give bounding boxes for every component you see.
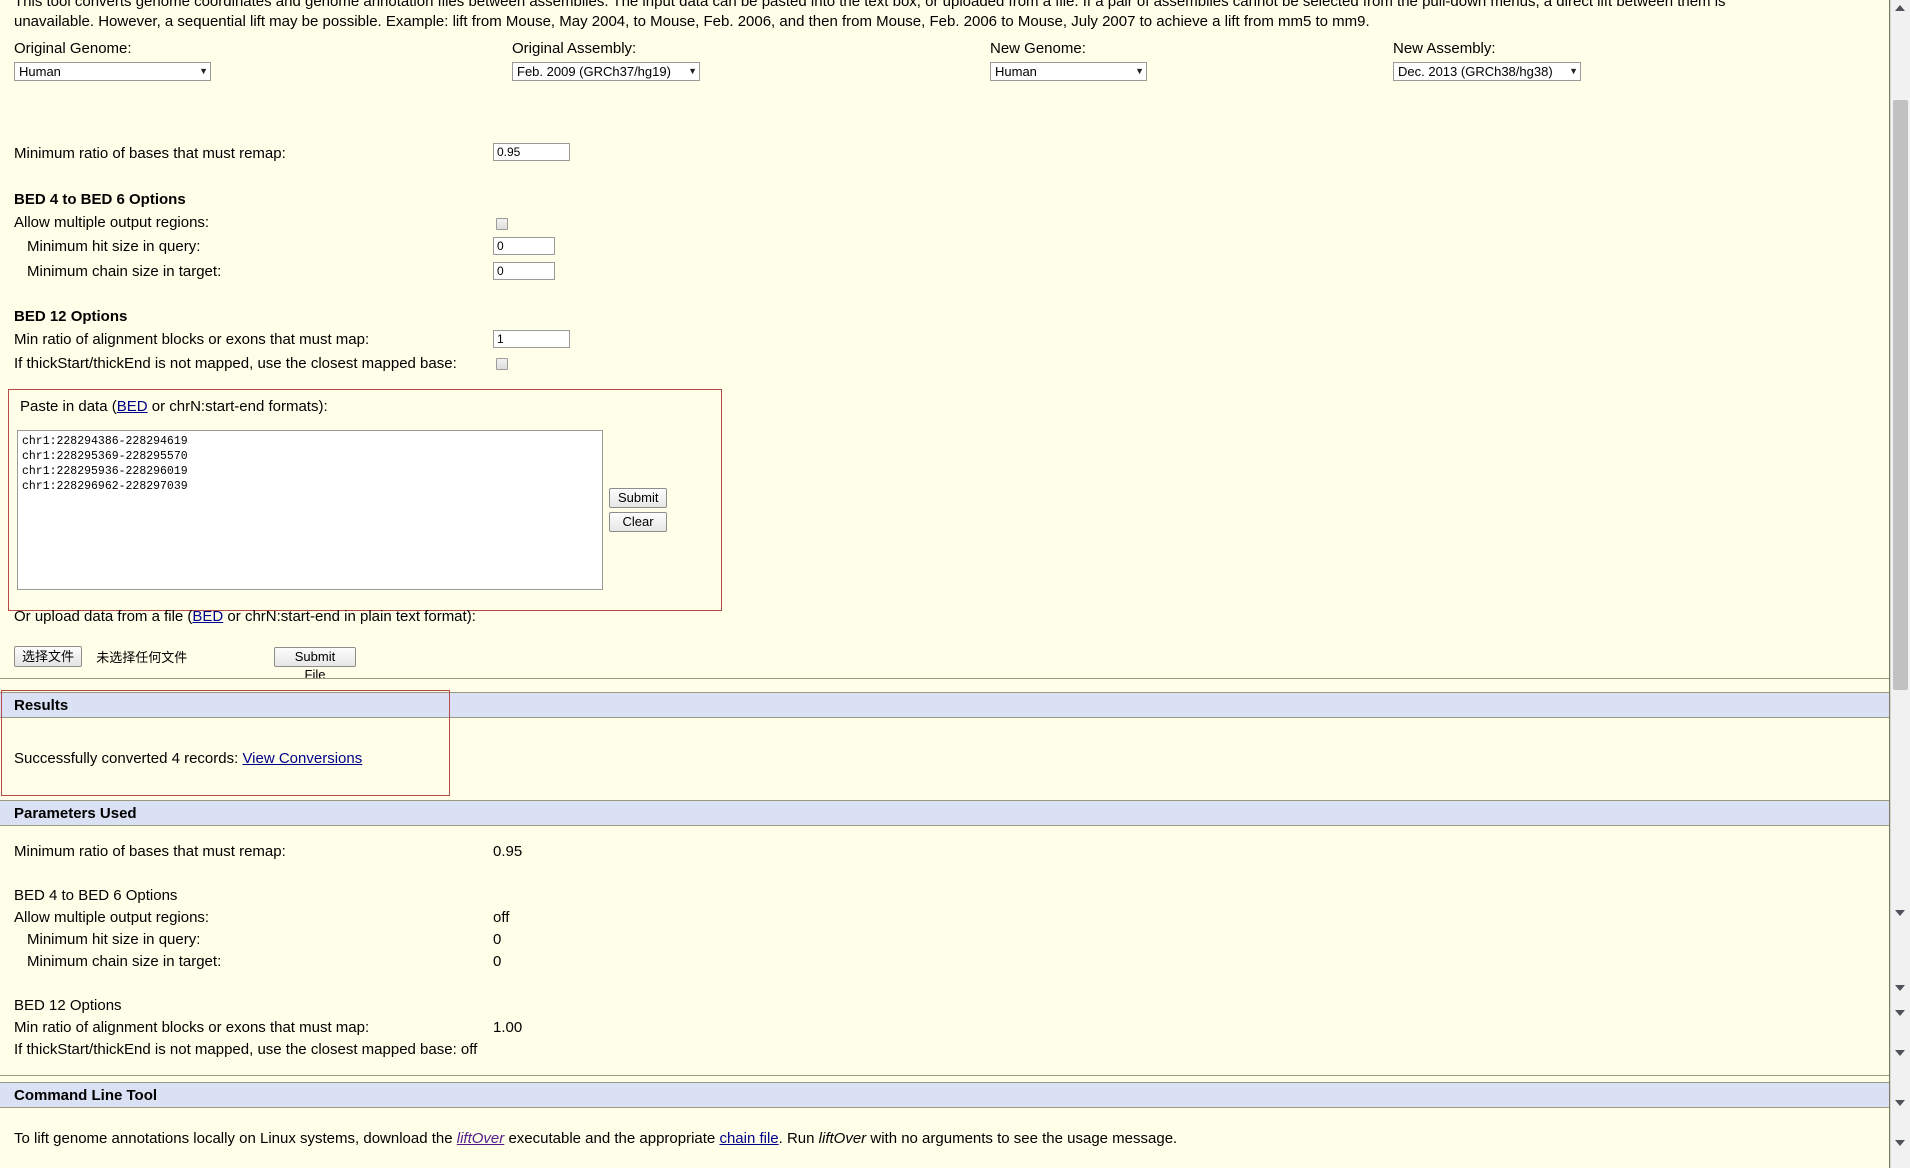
original-assembly-label: Original Assembly: — [512, 40, 637, 57]
thickstart-checkbox[interactable] — [496, 358, 508, 370]
new-assembly-group: New Assembly: Dec. 2013 (GRCh38/hg38) ▼ — [1393, 40, 1613, 81]
divider-above-command-line — [0, 1075, 1889, 1076]
intro-paragraph: This tool converts genome coordinates an… — [14, 0, 1874, 32]
min-ratio-input[interactable] — [493, 143, 570, 161]
param-value-2: off — [493, 909, 510, 926]
original-genome-select[interactable]: Human ▼ — [14, 62, 211, 81]
scroll-down-arrow-icon[interactable] — [1895, 910, 1905, 916]
param-label-1: BED 4 to BED 6 Options — [14, 887, 178, 904]
original-genome-label: Original Genome: — [14, 40, 132, 57]
param-label-5: BED 12 Options — [14, 997, 122, 1014]
upload-text-pre: Or upload data from a file ( — [14, 608, 193, 625]
chevron-down-icon: ▼ — [1569, 66, 1578, 76]
param-label-3: Minimum hit size in query: — [27, 931, 201, 948]
assembly-selector-row: Original Genome: Human ▼ Original Assemb… — [0, 40, 1889, 90]
original-genome-value: Human — [19, 64, 61, 79]
paste-label-post: or chrN:start-end formats): — [147, 398, 328, 415]
view-conversions-link[interactable]: View Conversions — [242, 750, 362, 767]
bed-format-link-upload[interactable]: BED — [192, 608, 223, 625]
thickstart-label: If thickStart/thickEnd is not mapped, us… — [14, 355, 457, 372]
new-assembly-value: Dec. 2013 (GRCh38/hg38) — [1398, 64, 1553, 79]
upload-data-label: Or upload data from a file (BED or chrN:… — [14, 608, 476, 625]
submit-button[interactable]: Submit — [609, 488, 667, 508]
intro-line-2: unavailable. However, a sequential lift … — [14, 13, 1370, 30]
min-ratio-blocks-label: Min ratio of alignment blocks or exons t… — [14, 331, 370, 348]
bed-format-link[interactable]: BED — [117, 398, 148, 415]
original-assembly-value: Feb. 2009 (GRCh37/hg19) — [517, 64, 671, 79]
min-ratio-blocks-input[interactable] — [493, 330, 570, 348]
cmd-text-4: with no arguments to see the usage messa… — [866, 1130, 1178, 1147]
chevron-down-icon: ▼ — [1135, 66, 1144, 76]
parameters-section-bar: Parameters Used — [0, 800, 1889, 826]
clear-button[interactable]: Clear — [609, 512, 667, 532]
liftover-page: This tool converts genome coordinates an… — [0, 0, 1890, 1168]
chevron-down-icon: ▼ — [199, 66, 208, 76]
cmd-text-1: To lift genome annotations locally on Li… — [14, 1130, 457, 1147]
scroll-down-arrow-icon-5[interactable] — [1895, 1100, 1905, 1106]
scroll-down-arrow-icon-2[interactable] — [1895, 985, 1905, 991]
scrollbar-thumb[interactable] — [1893, 100, 1908, 690]
min-hit-input[interactable] — [493, 237, 555, 255]
param-label-2: Allow multiple output regions: — [14, 909, 210, 926]
command-line-section-bar: Command Line Tool — [0, 1082, 1889, 1108]
param-label-4: Minimum chain size in target: — [27, 953, 222, 970]
original-assembly-group: Original Assembly: Feb. 2009 (GRCh37/hg1… — [512, 40, 712, 81]
results-message-text: Successfully converted 4 records: — [14, 750, 243, 767]
cmd-text-3: . Run — [778, 1130, 819, 1147]
results-message: Successfully converted 4 records: View C… — [14, 750, 362, 767]
paste-data-label: Paste in data (BED or chrN:start-end for… — [20, 398, 328, 415]
cmd-text-2: executable and the appropriate — [504, 1130, 720, 1147]
scroll-down-arrow-icon-4[interactable] — [1895, 1050, 1905, 1056]
paste-label-pre: Paste in data ( — [20, 398, 117, 415]
bed12-heading: BED 12 Options — [14, 308, 128, 325]
results-heading: Results — [14, 697, 69, 714]
divider-above-results — [0, 678, 1889, 679]
choose-file-button[interactable]: 选择文件 — [14, 646, 83, 667]
file-upload-row: 选择文件 未选择任何文件 — [14, 646, 187, 670]
min-chain-label: Minimum chain size in target: — [27, 263, 222, 280]
new-assembly-label: New Assembly: — [1393, 40, 1496, 57]
paste-data-textarea[interactable] — [17, 430, 603, 590]
new-genome-label: New Genome: — [990, 40, 1086, 57]
command-line-description: To lift genome annotations locally on Li… — [14, 1130, 1177, 1147]
allow-multiple-label: Allow multiple output regions: — [14, 214, 210, 231]
param-label-6: Min ratio of alignment blocks or exons t… — [14, 1019, 370, 1036]
new-assembly-select[interactable]: Dec. 2013 (GRCh38/hg38) ▼ — [1393, 62, 1581, 81]
min-hit-label: Minimum hit size in query: — [27, 238, 201, 255]
chevron-down-icon: ▼ — [688, 66, 697, 76]
liftover-italic-text: liftOver — [818, 1130, 867, 1147]
new-genome-value: Human — [995, 64, 1037, 79]
min-ratio-label: Minimum ratio of bases that must remap: — [14, 145, 286, 162]
scroll-down-arrow-icon-3[interactable] — [1895, 1010, 1905, 1016]
param-value-3: 0 — [493, 931, 502, 948]
submit-file-button[interactable]: Submit File — [274, 647, 356, 682]
new-genome-group: New Genome: Human ▼ — [990, 40, 1190, 81]
no-file-selected-label: 未选择任何文件 — [96, 650, 188, 665]
param-label-0: Minimum ratio of bases that must remap: — [14, 843, 286, 860]
param-value-0: 0.95 — [493, 843, 523, 860]
upload-text-post: or chrN:start-end in plain text format): — [223, 608, 476, 625]
chain-file-link[interactable]: chain file — [719, 1130, 778, 1147]
intro-line-1: This tool converts genome coordinates an… — [14, 0, 1726, 10]
original-genome-group: Original Genome: Human ▼ — [14, 40, 214, 81]
new-genome-select[interactable]: Human ▼ — [990, 62, 1147, 81]
min-chain-input[interactable] — [493, 262, 555, 280]
param-label-7: If thickStart/thickEnd is not mapped, us… — [14, 1041, 478, 1058]
original-assembly-select[interactable]: Feb. 2009 (GRCh37/hg19) ▼ — [512, 62, 700, 81]
param-value-4: 0 — [493, 953, 502, 970]
liftover-download-link[interactable]: liftOver — [457, 1130, 505, 1147]
command-line-heading: Command Line Tool — [14, 1087, 158, 1104]
parameters-heading: Parameters Used — [14, 805, 137, 822]
scroll-up-arrow-icon[interactable] — [1895, 5, 1905, 11]
bed4-heading: BED 4 to BED 6 Options — [14, 191, 186, 208]
scroll-down-arrow-icon-6[interactable] — [1895, 1140, 1905, 1146]
allow-multiple-checkbox[interactable] — [496, 218, 508, 230]
vertical-scrollbar[interactable] — [1890, 0, 1910, 1168]
param-value-6: 1.00 — [493, 1019, 523, 1036]
results-section-bar: Results — [0, 692, 1889, 718]
